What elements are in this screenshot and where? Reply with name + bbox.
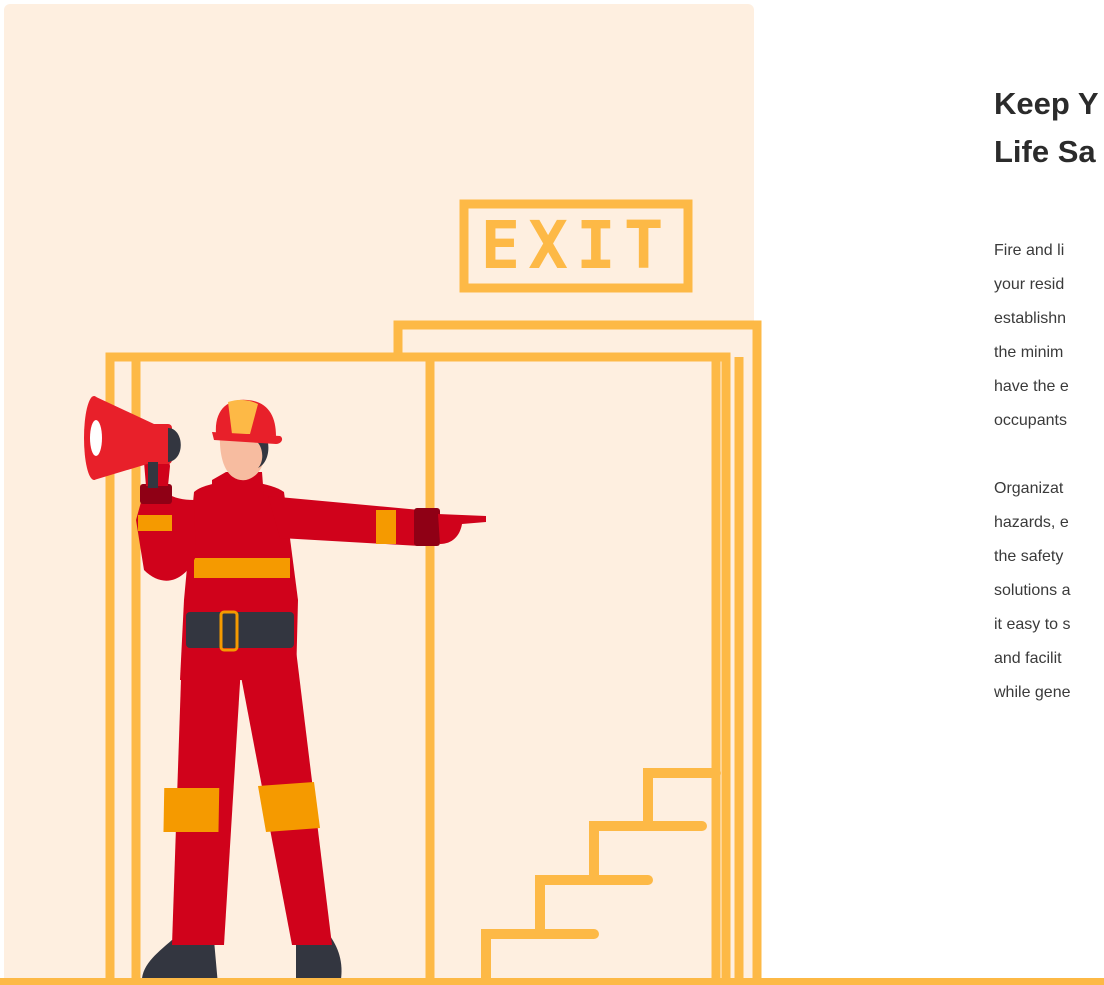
paragraph-line: your resid: [994, 276, 1065, 293]
exit-sign-text: EXIT: [481, 207, 672, 284]
firefighter-exit-illustration: EXIT: [84, 199, 762, 985]
exit-sign: EXIT: [459, 199, 693, 293]
paragraph-line: occupants: [994, 412, 1067, 429]
paragraph-1: Fire and li your resid establishn the mi…: [994, 234, 1104, 438]
heading-line: Life Sa: [994, 134, 1096, 169]
paragraph-line: and facilit: [994, 650, 1062, 667]
paragraph-2: Organizat hazards, e the safety solution…: [994, 472, 1104, 710]
floor-line: [0, 978, 1104, 985]
section-heading: Keep Y Life Sa: [994, 80, 1104, 176]
text-column: Keep Y Life Sa Fire and li your resid es…: [994, 80, 1104, 710]
paragraph-line: it easy to s: [994, 616, 1071, 633]
paragraph-line: the safety: [994, 548, 1064, 565]
paragraph-line: establishn: [994, 310, 1067, 327]
paragraph-line: have the e: [994, 378, 1069, 395]
paragraph-line: Fire and li: [994, 242, 1065, 259]
helmet: [212, 399, 283, 444]
heading-line: Keep Y: [994, 86, 1099, 121]
paragraph-line: hazards, e: [994, 514, 1069, 531]
staircase: [481, 768, 721, 985]
paragraph-line: while gene: [994, 684, 1071, 701]
back-door-frame: [393, 320, 762, 985]
paragraph-line: the minim: [994, 344, 1064, 361]
page: EXIT Keep Y Life Sa Fire and li your res…: [0, 0, 1104, 985]
paragraph-line: Organizat: [994, 480, 1064, 497]
paragraph-line: solutions a: [994, 582, 1071, 599]
